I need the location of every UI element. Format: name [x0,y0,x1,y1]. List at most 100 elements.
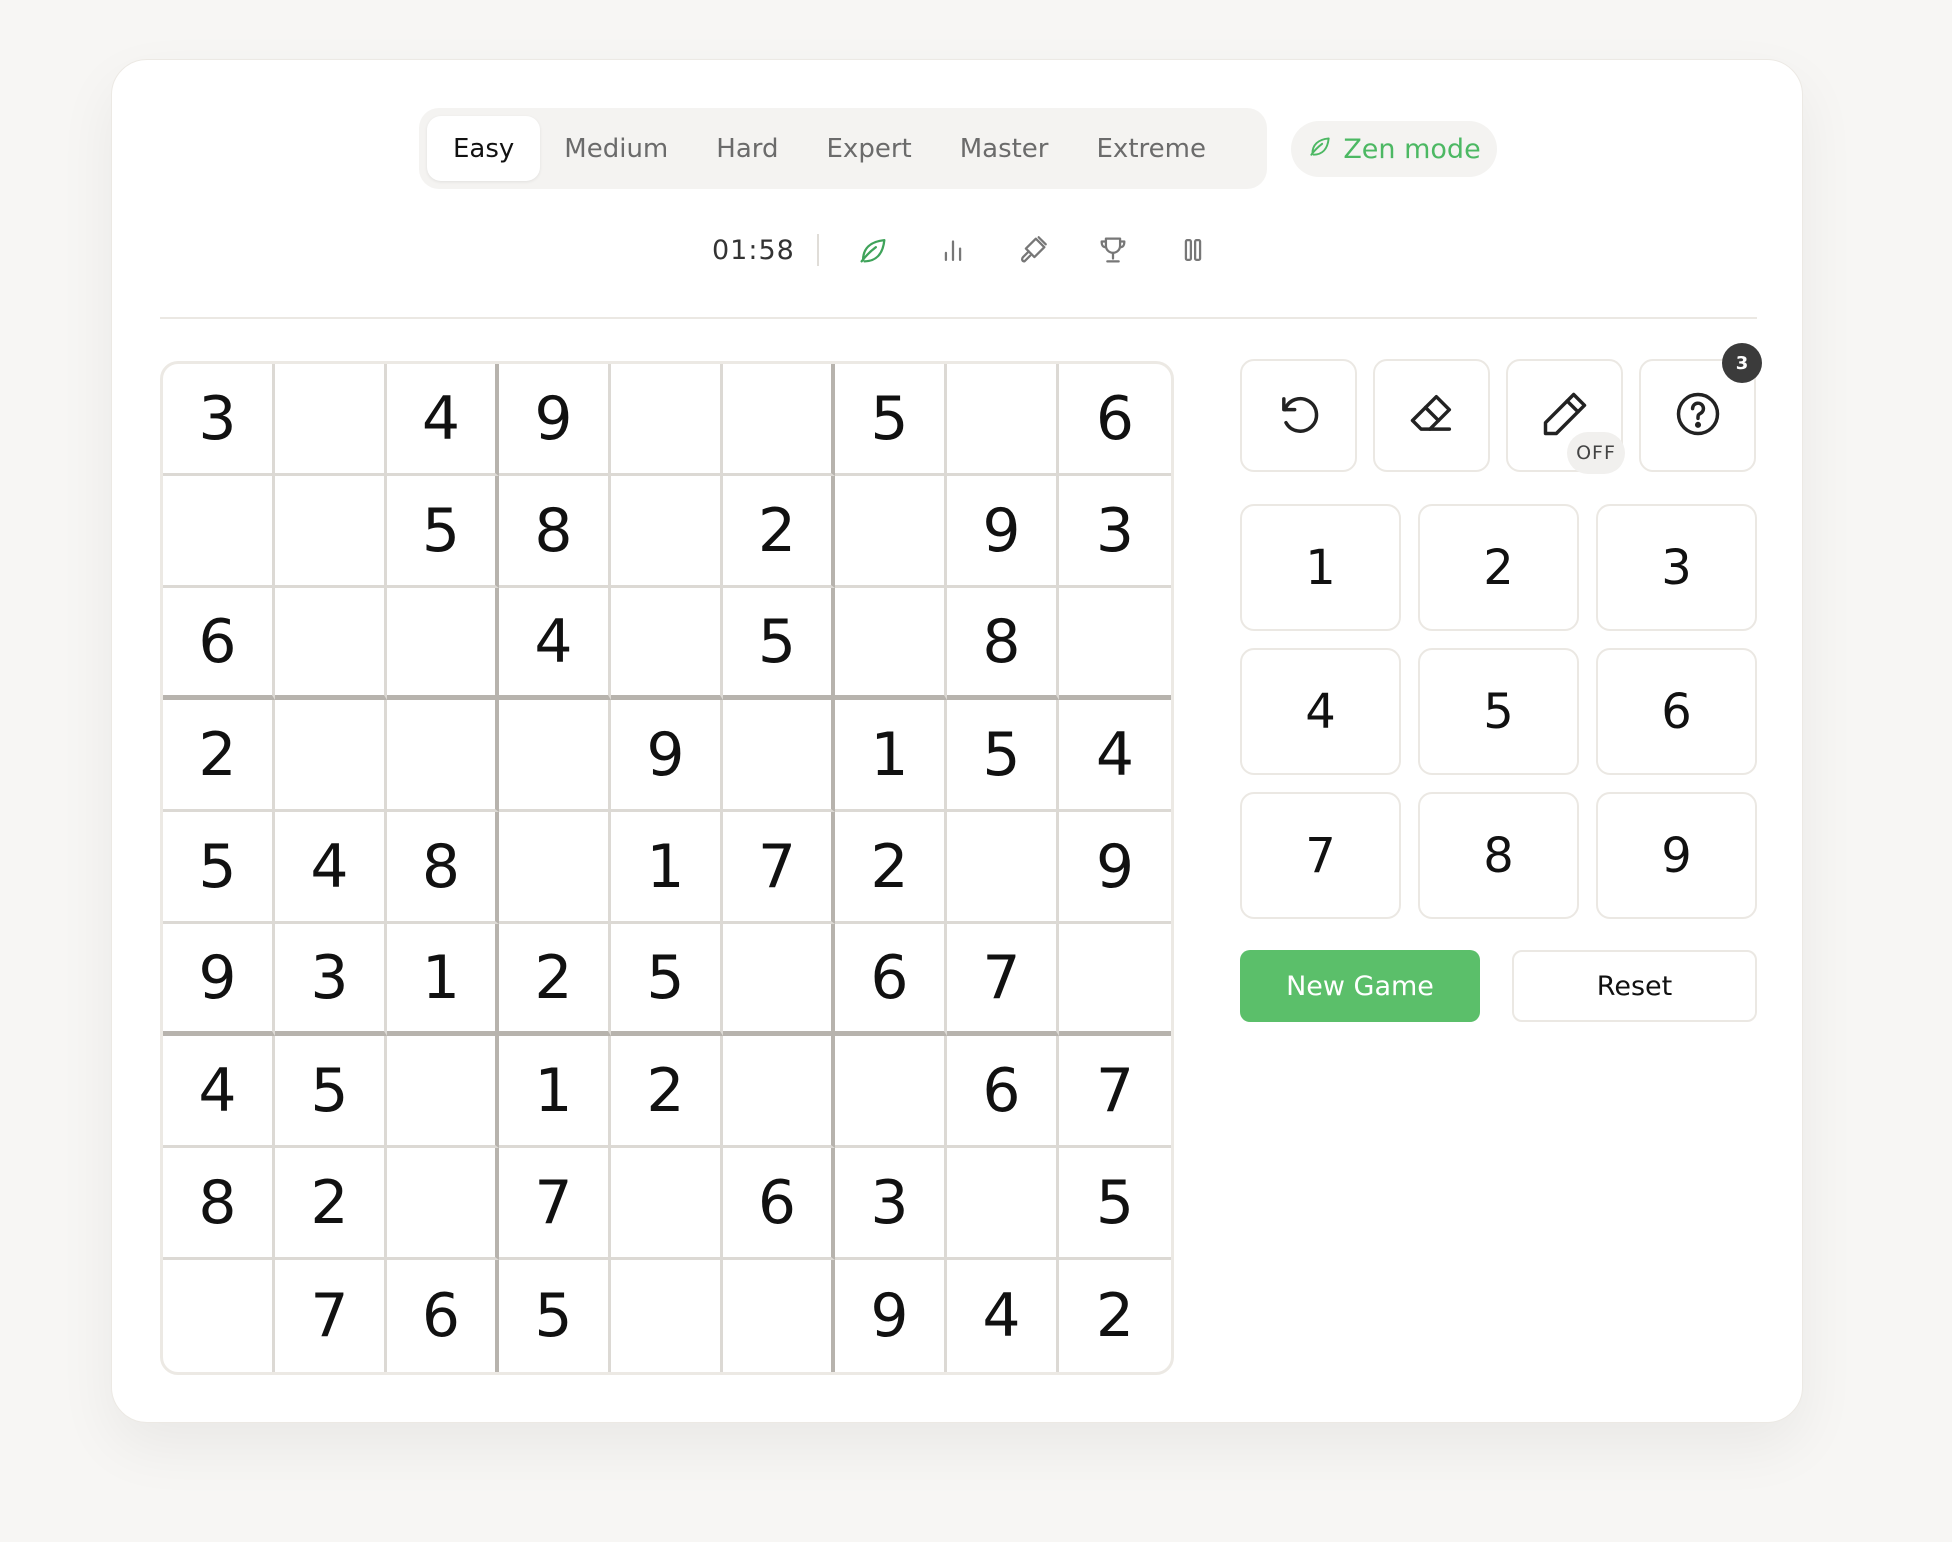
cell-r9c3[interactable]: 6 [387,1260,499,1372]
cell-r3c7[interactable] [835,588,947,700]
tab-easy[interactable]: Easy [427,116,541,181]
cell-r2c7[interactable] [835,476,947,588]
cell-r9c1[interactable] [163,1260,275,1372]
cell-r7c9[interactable]: 7 [1059,1036,1171,1148]
zen-mode-button[interactable]: Zen mode [1291,121,1497,177]
tab-hard[interactable]: Hard [692,116,802,181]
cell-r2c1[interactable] [163,476,275,588]
cell-r5c2[interactable]: 4 [275,812,387,924]
cell-r5c9[interactable]: 9 [1059,812,1171,924]
new-game-button[interactable]: New Game [1240,950,1480,1022]
reset-button[interactable]: Reset [1512,950,1757,1022]
cell-r8c8[interactable] [947,1148,1059,1260]
cell-r9c4[interactable]: 5 [499,1260,611,1372]
cell-r7c5[interactable]: 2 [611,1036,723,1148]
hint-button[interactable]: 3 [1639,343,1762,472]
cell-r7c6[interactable] [723,1036,835,1148]
cell-r2c6[interactable]: 2 [723,476,835,588]
cell-r1c6[interactable] [723,364,835,476]
cell-r8c1[interactable]: 8 [163,1148,275,1260]
cell-r2c8[interactable]: 9 [947,476,1059,588]
cell-r4c4[interactable] [499,700,611,812]
cell-r3c2[interactable] [275,588,387,700]
cell-r5c7[interactable]: 2 [835,812,947,924]
cell-r4c3[interactable] [387,700,499,812]
cell-r8c7[interactable]: 3 [835,1148,947,1260]
tab-extreme[interactable]: Extreme [1073,116,1230,181]
cell-r1c8[interactable] [947,364,1059,476]
cell-r5c5[interactable]: 1 [611,812,723,924]
cell-r6c4[interactable]: 2 [499,924,611,1036]
cell-r9c9[interactable]: 2 [1059,1260,1171,1372]
cell-r3c3[interactable] [387,588,499,700]
cell-r8c9[interactable]: 5 [1059,1148,1171,1260]
cell-r2c2[interactable] [275,476,387,588]
cell-r6c3[interactable]: 1 [387,924,499,1036]
cell-r4c5[interactable]: 9 [611,700,723,812]
cell-r2c3[interactable]: 5 [387,476,499,588]
number-button-8[interactable]: 8 [1418,792,1579,919]
number-button-9[interactable]: 9 [1596,792,1757,919]
cell-r3c8[interactable]: 8 [947,588,1059,700]
number-button-2[interactable]: 2 [1418,504,1579,631]
number-button-4[interactable]: 4 [1240,648,1401,775]
number-button-5[interactable]: 5 [1418,648,1579,775]
cell-r1c5[interactable] [611,364,723,476]
number-button-3[interactable]: 3 [1596,504,1757,631]
cell-r9c6[interactable] [723,1260,835,1372]
cell-r9c5[interactable] [611,1260,723,1372]
pause-icon[interactable] [1153,225,1233,275]
cell-r8c5[interactable] [611,1148,723,1260]
cell-r8c3[interactable] [387,1148,499,1260]
cell-r1c7[interactable]: 5 [835,364,947,476]
tab-master[interactable]: Master [936,116,1073,181]
cell-r8c2[interactable]: 2 [275,1148,387,1260]
cell-r4c9[interactable]: 4 [1059,700,1171,812]
cell-r6c8[interactable]: 7 [947,924,1059,1036]
paint-brush-icon[interactable] [993,225,1073,275]
tab-expert[interactable]: Expert [803,116,936,181]
cell-r5c4[interactable] [499,812,611,924]
cell-r3c9[interactable] [1059,588,1171,700]
trophy-icon[interactable] [1073,225,1153,275]
cell-r4c1[interactable]: 2 [163,700,275,812]
cell-r9c2[interactable]: 7 [275,1260,387,1372]
cell-r6c6[interactable] [723,924,835,1036]
cell-r6c2[interactable]: 3 [275,924,387,1036]
cell-r5c6[interactable]: 7 [723,812,835,924]
cell-r5c1[interactable]: 5 [163,812,275,924]
cell-r6c7[interactable]: 6 [835,924,947,1036]
cell-r1c4[interactable]: 9 [499,364,611,476]
cell-r4c8[interactable]: 5 [947,700,1059,812]
cell-r6c5[interactable]: 5 [611,924,723,1036]
number-button-6[interactable]: 6 [1596,648,1757,775]
stats-icon[interactable] [913,225,993,275]
number-button-1[interactable]: 1 [1240,504,1401,631]
cell-r3c5[interactable] [611,588,723,700]
cell-r4c2[interactable] [275,700,387,812]
cell-r6c1[interactable]: 9 [163,924,275,1036]
cell-r7c2[interactable]: 5 [275,1036,387,1148]
cell-r2c9[interactable]: 3 [1059,476,1171,588]
cell-r5c8[interactable] [947,812,1059,924]
undo-button[interactable] [1240,359,1357,472]
cell-r5c3[interactable]: 8 [387,812,499,924]
cell-r1c3[interactable]: 4 [387,364,499,476]
number-button-7[interactable]: 7 [1240,792,1401,919]
cell-r8c6[interactable]: 6 [723,1148,835,1260]
cell-r7c7[interactable] [835,1036,947,1148]
cell-r7c3[interactable] [387,1036,499,1148]
notes-button[interactable]: OFF [1506,359,1625,474]
cell-r1c2[interactable] [275,364,387,476]
cell-r9c8[interactable]: 4 [947,1260,1059,1372]
cell-r7c1[interactable]: 4 [163,1036,275,1148]
cell-r3c6[interactable]: 5 [723,588,835,700]
cell-r7c4[interactable]: 1 [499,1036,611,1148]
erase-button[interactable] [1373,359,1490,472]
cell-r2c5[interactable] [611,476,723,588]
cell-r4c6[interactable] [723,700,835,812]
cell-r3c1[interactable]: 6 [163,588,275,700]
cell-r9c7[interactable]: 9 [835,1260,947,1372]
cell-r7c8[interactable]: 6 [947,1036,1059,1148]
leaf-icon[interactable] [833,225,913,275]
